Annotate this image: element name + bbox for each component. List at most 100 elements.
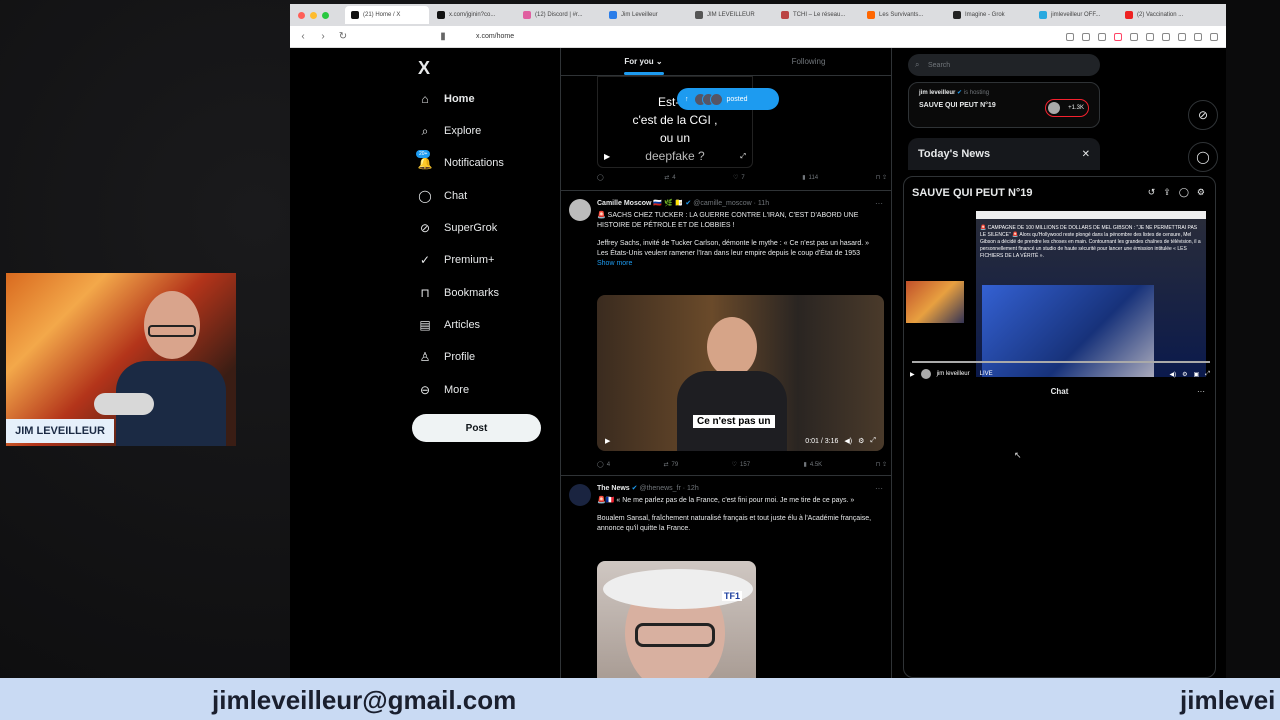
browser-tab[interactable]: Imagine - Grok xyxy=(947,6,1031,24)
author-handle[interactable]: @thenews_fr · 12h xyxy=(639,485,698,492)
tab-for-you[interactable]: For you ⌄ xyxy=(561,48,726,75)
fullscreen-icon[interactable]: ⤢ xyxy=(870,437,876,445)
fullscreen-icon[interactable]: ⤢ xyxy=(740,153,746,161)
tweet-image[interactable]: TF1 xyxy=(597,561,756,678)
extension-icon[interactable] xyxy=(1146,32,1154,41)
menu-icon[interactable] xyxy=(1210,32,1218,41)
extension-icon[interactable] xyxy=(1082,32,1090,41)
forward-icon[interactable]: › xyxy=(318,31,328,42)
host-camera xyxy=(906,281,964,323)
fullscreen-icon[interactable]: ⤢ xyxy=(1205,371,1210,378)
nav-item-profile[interactable]: ♙ Profile xyxy=(418,350,476,364)
author-handle[interactable]: @camille_moscow · 11h xyxy=(693,200,769,207)
tweet[interactable]: The News ✔ @thenews_fr · 12h ··· 🚨🇫🇷 « N… xyxy=(561,476,891,678)
bookmark-button[interactable]: ⊓ ⇪ xyxy=(876,461,887,468)
bookmark-page-icon[interactable]: ▮ xyxy=(438,31,448,42)
extension-icon[interactable] xyxy=(1194,32,1202,41)
tweet[interactable]: Camille Moscow 🇷🇺 🌿 🇻🇦 ✔ @camille_moscow… xyxy=(561,191,891,476)
views-count[interactable]: ▮ 114 xyxy=(802,174,818,182)
like-button[interactable]: ♡ 157 xyxy=(732,461,750,469)
close-icon[interactable]: ✕ xyxy=(1082,149,1090,160)
reply-button[interactable]: ◯ 4 xyxy=(597,461,610,469)
browser-tab[interactable]: Les Survivants... xyxy=(861,6,945,24)
listener-count[interactable]: +1.3K xyxy=(1045,99,1089,117)
new-posts-pill[interactable]: ↑ posted xyxy=(677,88,779,110)
url-field[interactable]: x.com/home xyxy=(476,33,514,40)
tweet-video[interactable]: Ce n'est pas un ▶ 0:01 / 3:16 ◀) ⚙ ⤢ xyxy=(597,295,884,451)
more-options-icon[interactable]: ··· xyxy=(875,484,883,493)
x-logo-icon[interactable]: X xyxy=(418,58,430,79)
bookmark-button[interactable]: ⊓ ⇪ xyxy=(876,174,887,181)
play-icon[interactable]: ▶ xyxy=(604,152,610,161)
chat-icon[interactable]: ◯ xyxy=(1188,142,1218,172)
views-count[interactable]: ▮ 4.5K xyxy=(804,461,823,469)
window-controls[interactable] xyxy=(298,11,329,19)
video-progress[interactable] xyxy=(912,361,1210,363)
extension-icon[interactable] xyxy=(1162,32,1170,41)
repost-button[interactable]: ⇄ 79 xyxy=(664,461,679,469)
minimize-window-icon[interactable] xyxy=(310,11,317,19)
nav-item-more[interactable]: ⊖ More xyxy=(418,383,469,397)
repost-button[interactable]: ⇄ 4 xyxy=(664,174,675,182)
space-host-card[interactable]: jim leveilleur ✔ is hosting SAUVE QUI PE… xyxy=(908,82,1100,128)
reply-button[interactable]: ◯ xyxy=(597,174,607,181)
nav-item-home[interactable]: ⌂ Home xyxy=(418,92,474,106)
browser-tab[interactable]: (12) Discord | #r... xyxy=(517,6,601,24)
more-options-icon[interactable]: ··· xyxy=(1197,387,1205,396)
space-video[interactable]: 🚨 CAMPAGNE DE 100 MILLIONS DE DOLLARS DE… xyxy=(906,209,1214,379)
live-user: jim leveilleur xyxy=(936,371,970,377)
avatar[interactable] xyxy=(569,199,591,221)
nav-item-notifications[interactable]: 🔔 20+ Notifications xyxy=(416,150,504,170)
tweet-text: 🚨 SACHS CHEZ TUCKER : LA GUERRE CONTRE L… xyxy=(597,211,879,269)
brave-shield-icon[interactable] xyxy=(1114,32,1122,41)
extension-icon[interactable] xyxy=(1098,32,1106,41)
show-more-link[interactable]: Show more xyxy=(597,259,879,269)
reload-icon[interactable]: ↻ xyxy=(338,31,348,42)
browser-tab[interactable]: Jim Leveilleur xyxy=(603,6,687,24)
avatar[interactable] xyxy=(569,484,591,506)
volume-icon[interactable]: ◀) xyxy=(844,437,852,445)
settings-icon[interactable]: ⚙ xyxy=(1197,187,1205,198)
rewind-icon[interactable]: ↺ xyxy=(1148,187,1156,198)
author-name[interactable]: Camille Moscow xyxy=(597,200,651,207)
search-input[interactable]: ⌕ Search xyxy=(908,54,1100,76)
post-button[interactable]: Post xyxy=(412,414,541,442)
browser-tab[interactable]: JIM LEVEILLEUR xyxy=(689,6,773,24)
x-page: X ⌂ Home ⌕ Explore 🔔 20+ Notifications ◯ Chat ⊘ Su… xyxy=(290,48,1226,678)
extension-icon[interactable] xyxy=(1066,32,1074,41)
browser-tab[interactable]: jimleveilleur OFF... xyxy=(1033,6,1117,24)
browser-tab[interactable]: x.com/jginin?co... xyxy=(431,6,515,24)
close-window-icon[interactable] xyxy=(298,11,305,19)
nav-item-supergrok[interactable]: ⊘ SuperGrok xyxy=(418,221,497,235)
share-icon[interactable]: ⇪ xyxy=(1163,187,1171,198)
grok-icon[interactable]: ⊘ xyxy=(1188,100,1218,130)
microphone xyxy=(94,393,154,415)
chat-icon[interactable]: ◯ xyxy=(1179,187,1189,198)
play-icon[interactable]: ▶ xyxy=(605,437,610,445)
extension-icon[interactable] xyxy=(1130,32,1138,41)
more-options-icon[interactable]: ··· xyxy=(875,199,883,208)
play-icon[interactable]: ▶ xyxy=(910,371,915,378)
maximize-window-icon[interactable] xyxy=(322,11,329,19)
nav-item-chat[interactable]: ◯ Chat xyxy=(418,189,467,203)
email-text-scrolling: jimlevei xyxy=(1180,685,1276,715)
tab-following[interactable]: Following xyxy=(726,48,891,75)
count-label: +1.3K xyxy=(1068,105,1084,111)
extension-icon[interactable] xyxy=(1178,32,1186,41)
browser-tab[interactable]: (2) Vaccination ... xyxy=(1119,6,1203,24)
author-name[interactable]: The News xyxy=(597,485,630,492)
settings-icon[interactable]: ⚙ xyxy=(858,437,864,445)
back-icon[interactable]: ‹ xyxy=(298,31,308,42)
pip-icon[interactable]: ▣ xyxy=(1194,371,1200,378)
like-button[interactable]: ♡ 7 xyxy=(733,174,745,182)
tweet-header: Camille Moscow 🇷🇺 🌿 🇻🇦 ✔ @camille_moscow… xyxy=(597,199,769,207)
arrow-up-icon: ↑ xyxy=(685,95,689,103)
volume-icon[interactable]: ◀) xyxy=(1170,371,1177,378)
nav-item-premium-[interactable]: ✓ Premium+ xyxy=(418,253,494,267)
nav-item-bookmarks[interactable]: ⊓ Bookmarks xyxy=(418,286,499,300)
nav-item-articles[interactable]: ▤ Articles xyxy=(418,318,480,332)
browser-tab[interactable]: TCHI – Le réseau... xyxy=(775,6,859,24)
settings-icon[interactable]: ⚙ xyxy=(1182,371,1187,378)
nav-item-explore[interactable]: ⌕ Explore xyxy=(418,124,482,138)
browser-tab[interactable]: (21) Home / X xyxy=(345,6,429,24)
